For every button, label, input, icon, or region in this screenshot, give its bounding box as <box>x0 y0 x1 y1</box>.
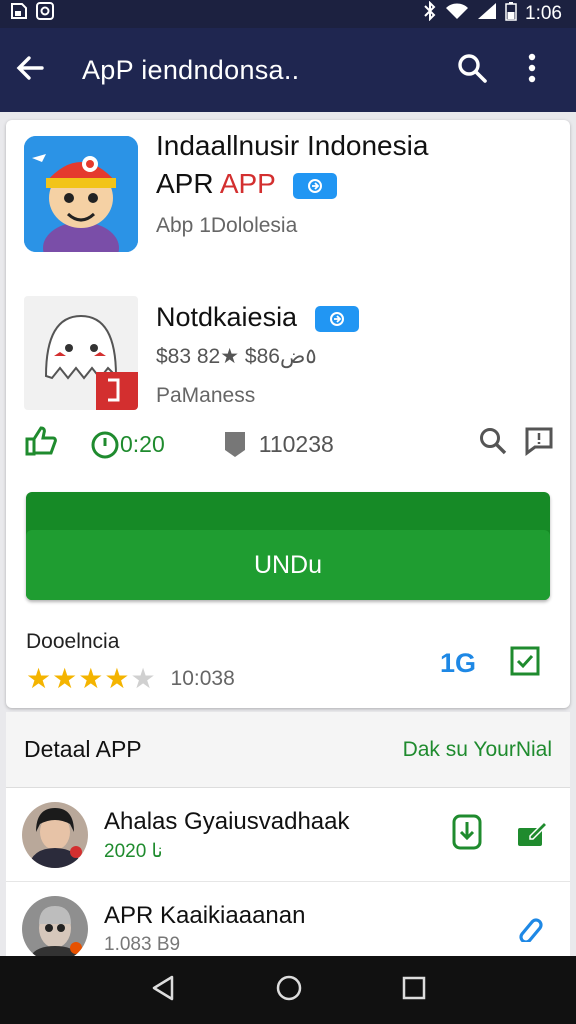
avatar <box>22 896 88 956</box>
app-title-prefix: APR <box>156 168 214 199</box>
stats-actions <box>478 426 554 462</box>
nav-recents-icon[interactable] <box>402 976 426 1005</box>
rating-count: 10:038 <box>170 666 235 690</box>
badge-icon <box>308 178 323 193</box>
list-item-sub: 2020 نا <box>104 841 163 862</box>
star-empty-icon: ★ <box>130 663 156 694</box>
more-options-button[interactable] <box>502 53 562 88</box>
downloads-stat: 110238 <box>223 430 334 458</box>
time-stat: 0:20 <box>90 428 165 460</box>
app-title-suffix: APP <box>219 168 276 199</box>
back-button[interactable] <box>14 52 64 89</box>
sd-card-icon <box>10 2 28 26</box>
star-icon: ★ <box>104 663 130 694</box>
related-list: Ahalas Gyaiusvadhaak 2020 نا APR Kaaikia… <box>6 788 570 956</box>
second-app-publisher: PaManess <box>156 384 256 407</box>
rating-stars: ★ ★ ★ ★ ★ 10:038 <box>26 662 235 695</box>
bluetooth-icon <box>423 0 437 27</box>
avatar <box>22 802 88 868</box>
app-title-line2: APR APP <box>156 168 338 200</box>
time-stat-value: 0:20 <box>120 430 165 457</box>
status-bar: 1:06 <box>0 0 576 28</box>
nav-home-icon[interactable] <box>275 974 303 1007</box>
navigation-bar <box>0 956 576 1024</box>
edit-icon[interactable] <box>516 818 549 853</box>
second-app-price: $83 82★ $86٥ض <box>156 345 317 368</box>
search-icon[interactable] <box>478 426 508 462</box>
install-button[interactable]: UNDu <box>26 492 550 600</box>
bookmark-icon <box>224 432 245 457</box>
list-item-sub: 1.083 B9 <box>104 934 181 955</box>
app-icon[interactable] <box>24 136 138 252</box>
thumbs-up-icon[interactable] <box>24 425 58 463</box>
list-item-name: Ahalas Gyaiusvadhaak <box>104 808 350 835</box>
app-bar: ApP iendndonsa.. <box>0 28 576 112</box>
app-title-line1: Indaallnusir Indonesia <box>156 130 429 161</box>
developer-name: Abp 1Dololesia <box>156 214 298 237</box>
second-verified-badge <box>314 305 359 332</box>
flag-icon[interactable] <box>524 426 554 462</box>
clock-time: 1:06 <box>525 3 562 24</box>
wifi-icon <box>445 2 469 26</box>
star-icon: ★ <box>26 663 52 694</box>
list-item[interactable]: Ahalas Gyaiusvadhaak 2020 نا <box>6 788 570 882</box>
detail-section-header: Detaal APP Dak su YourNial <box>6 712 570 788</box>
more-vert-icon[interactable] <box>527 53 537 88</box>
star-icon: ★ <box>78 663 104 694</box>
list-item[interactable]: APR Kaaikiaaanan 1.083 B9 <box>6 882 570 956</box>
nav-back-icon[interactable] <box>150 974 176 1007</box>
notification-icon <box>36 2 54 26</box>
app-detail-card: Indaallnusir Indonesia APR APP Abp 1Dolo… <box>6 120 570 708</box>
second-app-title: Notdkaiesia <box>156 302 359 333</box>
verified-badge <box>293 172 338 199</box>
section-link[interactable]: Dak su YourNial <box>403 738 552 762</box>
ghost-icon <box>24 296 138 410</box>
list-item-name: APR Kaaikiaaanan <box>104 902 306 929</box>
section-heading: Detaal APP <box>24 736 142 762</box>
timer-icon <box>91 431 119 459</box>
download-icon[interactable] <box>452 814 482 855</box>
star-icon: ★ <box>52 663 78 694</box>
install-button-label[interactable]: UNDu <box>26 530 550 600</box>
downloads-value: 110238 <box>258 430 334 457</box>
stats-row: 0:20 110238 <box>24 424 554 464</box>
mascot-icon <box>24 136 138 252</box>
back-arrow-icon[interactable] <box>14 52 46 89</box>
link-icon[interactable] <box>516 912 550 947</box>
badge-icon <box>329 311 344 326</box>
signal-icon <box>477 2 497 26</box>
app-bar-title: ApP iendndonsa.. <box>82 54 300 85</box>
checkbox-icon[interactable] <box>510 646 540 681</box>
search-button[interactable] <box>442 52 502 89</box>
rating-icon-text[interactable]: 1G <box>440 648 476 679</box>
search-icon[interactable] <box>456 52 488 89</box>
battery-icon <box>505 1 517 27</box>
rating-label: Dooelncia <box>26 630 120 653</box>
second-app-icon[interactable] <box>24 296 138 410</box>
